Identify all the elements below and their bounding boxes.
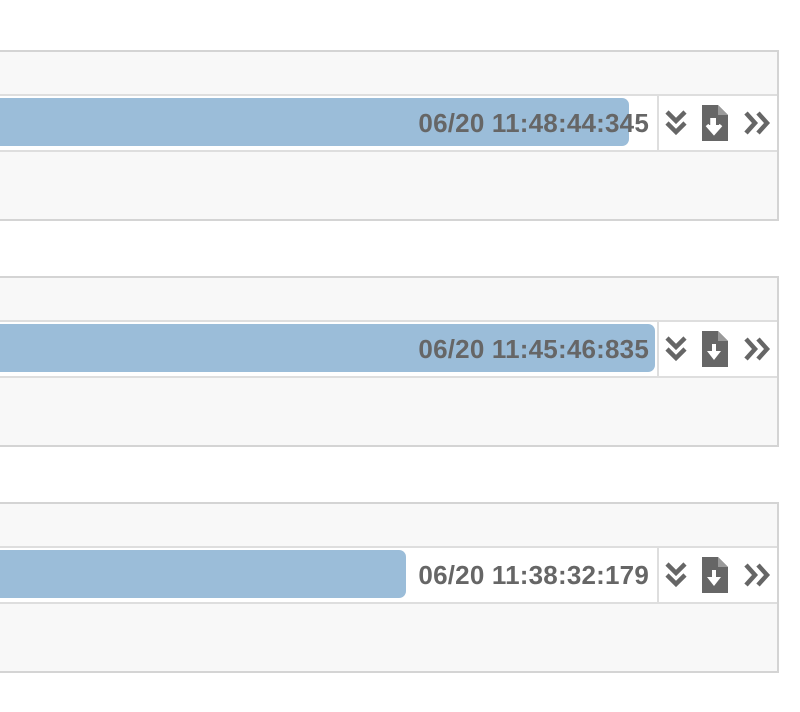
next-icon xyxy=(744,111,771,135)
next-icon xyxy=(744,563,771,587)
timeline-cell: 06/20 11:38:32:179 xyxy=(0,548,659,602)
timeline-cell: 06/20 11:48:44:345 xyxy=(0,96,659,150)
job-row[interactable]: 06/20 11:48:44:345 xyxy=(0,96,777,152)
job-row[interactable]: 06/20 11:38:32:179 xyxy=(0,548,777,604)
job-panel-3: 06/20 11:38:32:179 xyxy=(0,502,779,673)
job-row[interactable]: 06/20 11:45:46:835 xyxy=(0,322,777,378)
timestamp: 06/20 11:45:46:835 xyxy=(418,334,649,364)
download-file-icon xyxy=(702,557,728,593)
next-button[interactable] xyxy=(741,330,775,368)
expand-all-icon xyxy=(665,562,687,588)
download-file-button[interactable] xyxy=(697,556,731,594)
expand-all-button[interactable] xyxy=(659,330,693,368)
row-actions xyxy=(659,96,779,150)
job-panel-1: 06/20 11:48:44:345 xyxy=(0,50,779,221)
download-file-button[interactable] xyxy=(697,330,731,368)
timeline-cell: 06/20 11:45:46:835 xyxy=(0,322,659,376)
download-file-icon xyxy=(702,331,728,367)
expand-all-icon xyxy=(665,110,687,136)
panel-header xyxy=(0,504,777,548)
next-button[interactable] xyxy=(741,104,775,142)
timestamp: 06/20 11:38:32:179 xyxy=(418,560,649,590)
expand-all-button[interactable] xyxy=(659,556,693,594)
timestamp: 06/20 11:48:44:345 xyxy=(418,108,649,138)
next-button[interactable] xyxy=(741,556,775,594)
panel-header xyxy=(0,52,777,96)
expand-all-button[interactable] xyxy=(659,104,693,142)
download-file-button[interactable] xyxy=(697,104,731,142)
next-icon xyxy=(744,337,771,361)
job-panel-2: 06/20 11:45:46:835 xyxy=(0,276,779,447)
panel-header xyxy=(0,278,777,322)
expand-all-icon xyxy=(665,336,687,362)
download-file-icon xyxy=(702,105,728,141)
row-actions xyxy=(659,322,779,376)
row-actions xyxy=(659,548,779,602)
progress-bar xyxy=(0,550,406,598)
